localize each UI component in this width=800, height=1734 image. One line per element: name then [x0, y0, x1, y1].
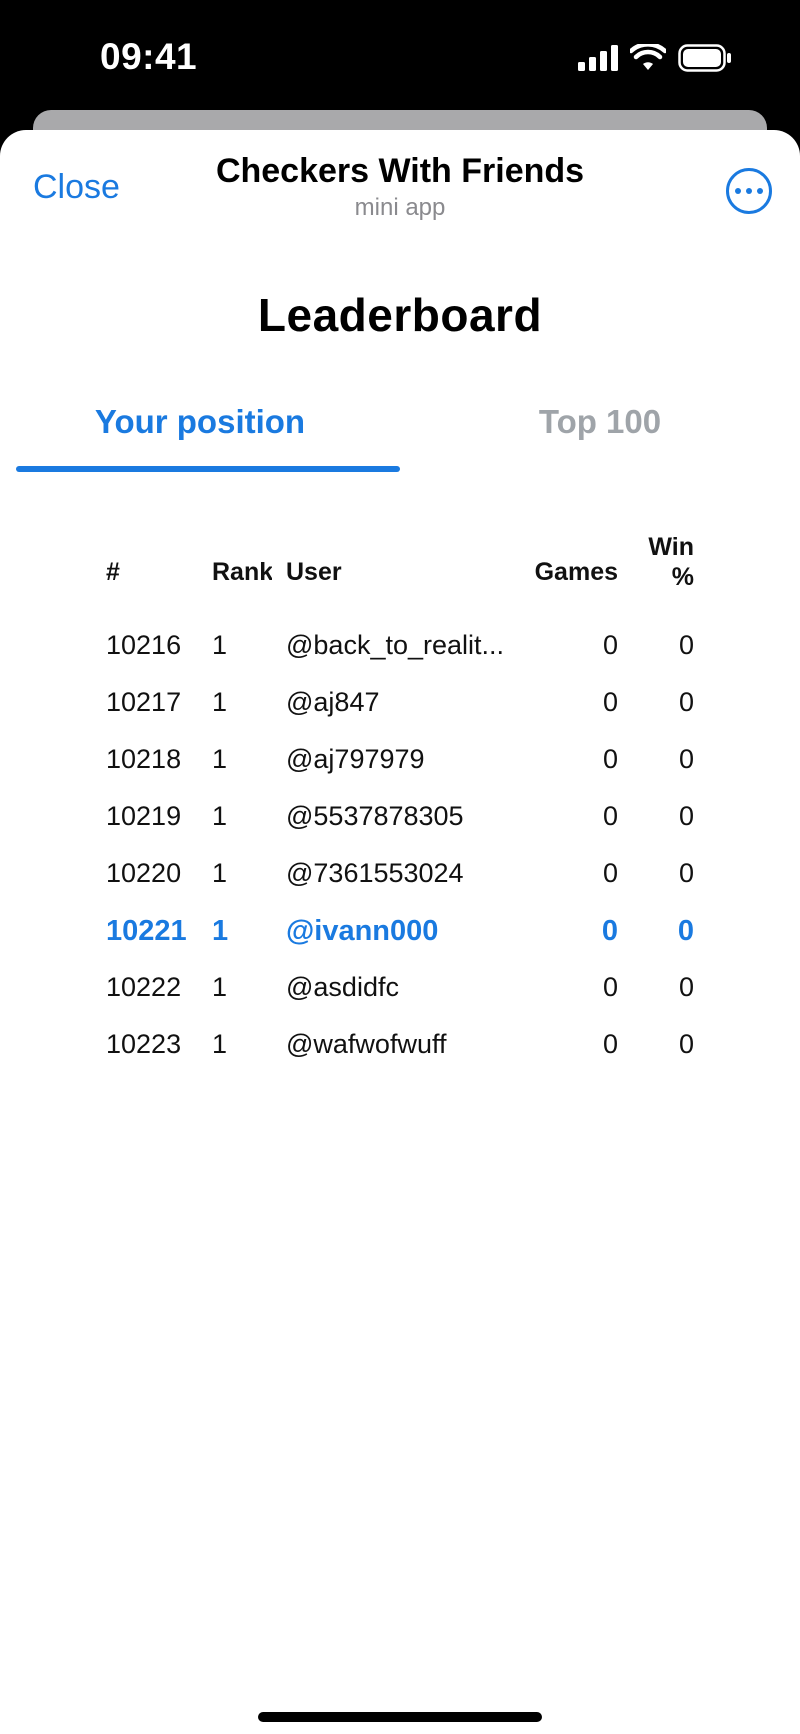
row-number: 10222: [106, 972, 182, 1002]
table-row: 10217 1 @aj847 0 0: [106, 673, 696, 730]
active-tab-indicator: [16, 466, 400, 472]
table-row: 10219 1 @5537878305 0 0: [106, 787, 696, 844]
row-win-percent: 0: [678, 1029, 694, 1059]
row-user: @aj847: [286, 687, 380, 717]
row-win-percent: 0: [678, 801, 694, 831]
table-row: 10220 1 @7361553024 0 0: [106, 844, 696, 901]
row-win-percent: 0: [678, 858, 694, 888]
row-rank: 1: [212, 801, 228, 831]
status-icons: [578, 44, 732, 72]
wifi-icon: [630, 44, 666, 70]
row-rank: 1: [212, 915, 229, 947]
table-row: 10218 1 @aj797979 0 0: [106, 730, 696, 787]
row-number: 10216: [106, 630, 182, 660]
header-number: #: [106, 558, 120, 586]
row-games: 0: [602, 744, 618, 774]
row-rank: 1: [212, 858, 228, 888]
app-title: Checkers With Friends: [215, 152, 585, 190]
row-user: @ivann000: [286, 915, 439, 947]
battery-icon: [678, 44, 731, 72]
row-games: 0: [602, 801, 618, 831]
more-button[interactable]: [726, 168, 772, 214]
row-games: 0: [601, 915, 618, 947]
row-games: 0: [602, 1029, 618, 1059]
row-user: @back_to_realit...: [286, 630, 505, 660]
header-win-line1: Win: [648, 533, 694, 561]
row-user: @5537878305: [286, 801, 464, 831]
page-title: Leaderboard: [257, 289, 543, 341]
row-win-percent: 0: [678, 630, 694, 660]
tab-bar: Your position Top 100: [0, 392, 800, 472]
header-rank: Rank: [212, 558, 272, 586]
mini-app-sheet: Close Checkers With Friends mini app Lea…: [0, 130, 800, 1734]
row-win-percent: 0: [678, 972, 694, 1002]
row-games: 0: [602, 630, 618, 660]
row-number: 10217: [106, 687, 182, 717]
row-win-percent: 0: [678, 687, 694, 717]
row-user: @7361553024: [286, 858, 464, 888]
header-win-percent: Win %: [636, 532, 694, 592]
app-subtitle: mini app: [354, 194, 446, 221]
header-games: Games: [534, 558, 618, 586]
row-number: 10223: [106, 1029, 182, 1059]
leaderboard-table: # Rank User Games Win % 10216 1 @back_to…: [106, 528, 696, 1072]
table-header: # Rank User Games Win %: [106, 528, 696, 616]
row-user: @asdidfc: [286, 972, 399, 1002]
table-row: 10216 1 @back_to_realit... 0 0: [106, 616, 696, 673]
row-rank: 1: [212, 744, 228, 774]
tab-your-position[interactable]: Your position: [0, 392, 400, 472]
row-number: 10221: [106, 915, 187, 947]
header-user: User: [286, 558, 342, 586]
ellipsis-circle-icon: [735, 188, 741, 194]
row-user: @aj797979: [286, 744, 425, 774]
row-number: 10220: [106, 858, 182, 888]
status-bar: 09:41: [0, 0, 800, 110]
status-time: 09:41: [100, 36, 198, 77]
table-row: 10222 1 @asdidfc 0 0: [106, 958, 696, 1015]
row-rank: 1: [212, 972, 228, 1002]
row-number: 10219: [106, 801, 182, 831]
table-row: 10223 1 @wafwofwuff 0 0: [106, 1015, 696, 1072]
row-rank: 1: [212, 630, 228, 660]
header-win-line2: %: [671, 563, 694, 591]
row-games: 0: [602, 687, 618, 717]
row-user: @wafwofwuff: [286, 1029, 447, 1059]
row-rank: 1: [212, 1029, 228, 1059]
row-games: 0: [602, 972, 618, 1002]
row-rank: 1: [212, 687, 228, 717]
cellular-signal-icon: [578, 45, 618, 71]
row-number: 10218: [106, 744, 182, 774]
tab-top-100[interactable]: Top 100: [400, 392, 800, 472]
table-row-current-user: 10221 1 @ivann000 0 0: [106, 901, 696, 958]
home-indicator: [258, 1712, 542, 1722]
row-games: 0: [602, 858, 618, 888]
row-win-percent: 0: [678, 744, 694, 774]
row-win-percent: 0: [677, 915, 694, 947]
